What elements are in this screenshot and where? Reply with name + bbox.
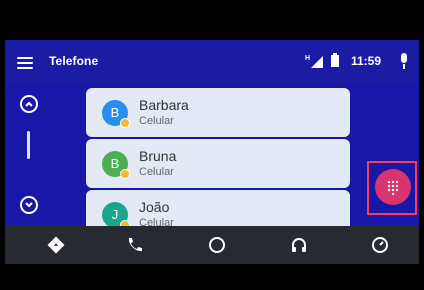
app-title: Telefone — [49, 54, 99, 68]
contact-card[interactable]: B Bruna Celular — [86, 139, 350, 188]
avatar: B — [102, 100, 130, 128]
contact-name: Bruna — [139, 148, 177, 164]
menu-icon[interactable] — [17, 57, 33, 69]
navigation-icon[interactable] — [47, 236, 65, 254]
avatar: J — [102, 202, 130, 226]
favorite-star-icon — [120, 118, 130, 128]
contact-card[interactable]: B Barbara Celular — [86, 88, 350, 137]
favorite-star-icon — [120, 169, 130, 179]
svg-text:H: H — [305, 55, 310, 62]
chevron-down-icon — [25, 202, 33, 208]
contact-type: Celular — [139, 115, 174, 127]
scrollbar[interactable] — [27, 131, 30, 159]
chevron-up-icon — [25, 101, 33, 107]
android-auto-screen: Telefone H 11:59 B Barbara Celular B Bru… — [5, 40, 419, 226]
top-app-bar: Telefone H 11:59 — [5, 40, 419, 84]
home-circle-icon[interactable] — [208, 236, 226, 254]
clock-time: 11:59 — [350, 54, 381, 68]
signal-icon: H — [305, 55, 323, 68]
scroll-up-button[interactable] — [20, 95, 38, 113]
contact-name: Barbara — [139, 97, 189, 113]
headphones-icon[interactable] — [290, 236, 308, 254]
bottom-navigation-bar — [5, 226, 419, 264]
battery-icon — [330, 53, 339, 67]
dialpad-button[interactable] — [375, 169, 411, 205]
dialpad-icon — [387, 180, 399, 195]
contact-card[interactable]: J João Celular — [86, 190, 350, 226]
contact-type: Celular — [139, 166, 174, 178]
recent-icon[interactable] — [371, 236, 389, 254]
phone-icon[interactable] — [126, 236, 144, 254]
scroll-down-button[interactable] — [20, 196, 38, 214]
status-bar: H 11:59 — [305, 53, 409, 69]
contact-type: Celular — [139, 217, 174, 226]
microphone-icon[interactable] — [399, 53, 409, 69]
avatar: B — [102, 151, 130, 179]
contact-name: João — [139, 199, 170, 215]
